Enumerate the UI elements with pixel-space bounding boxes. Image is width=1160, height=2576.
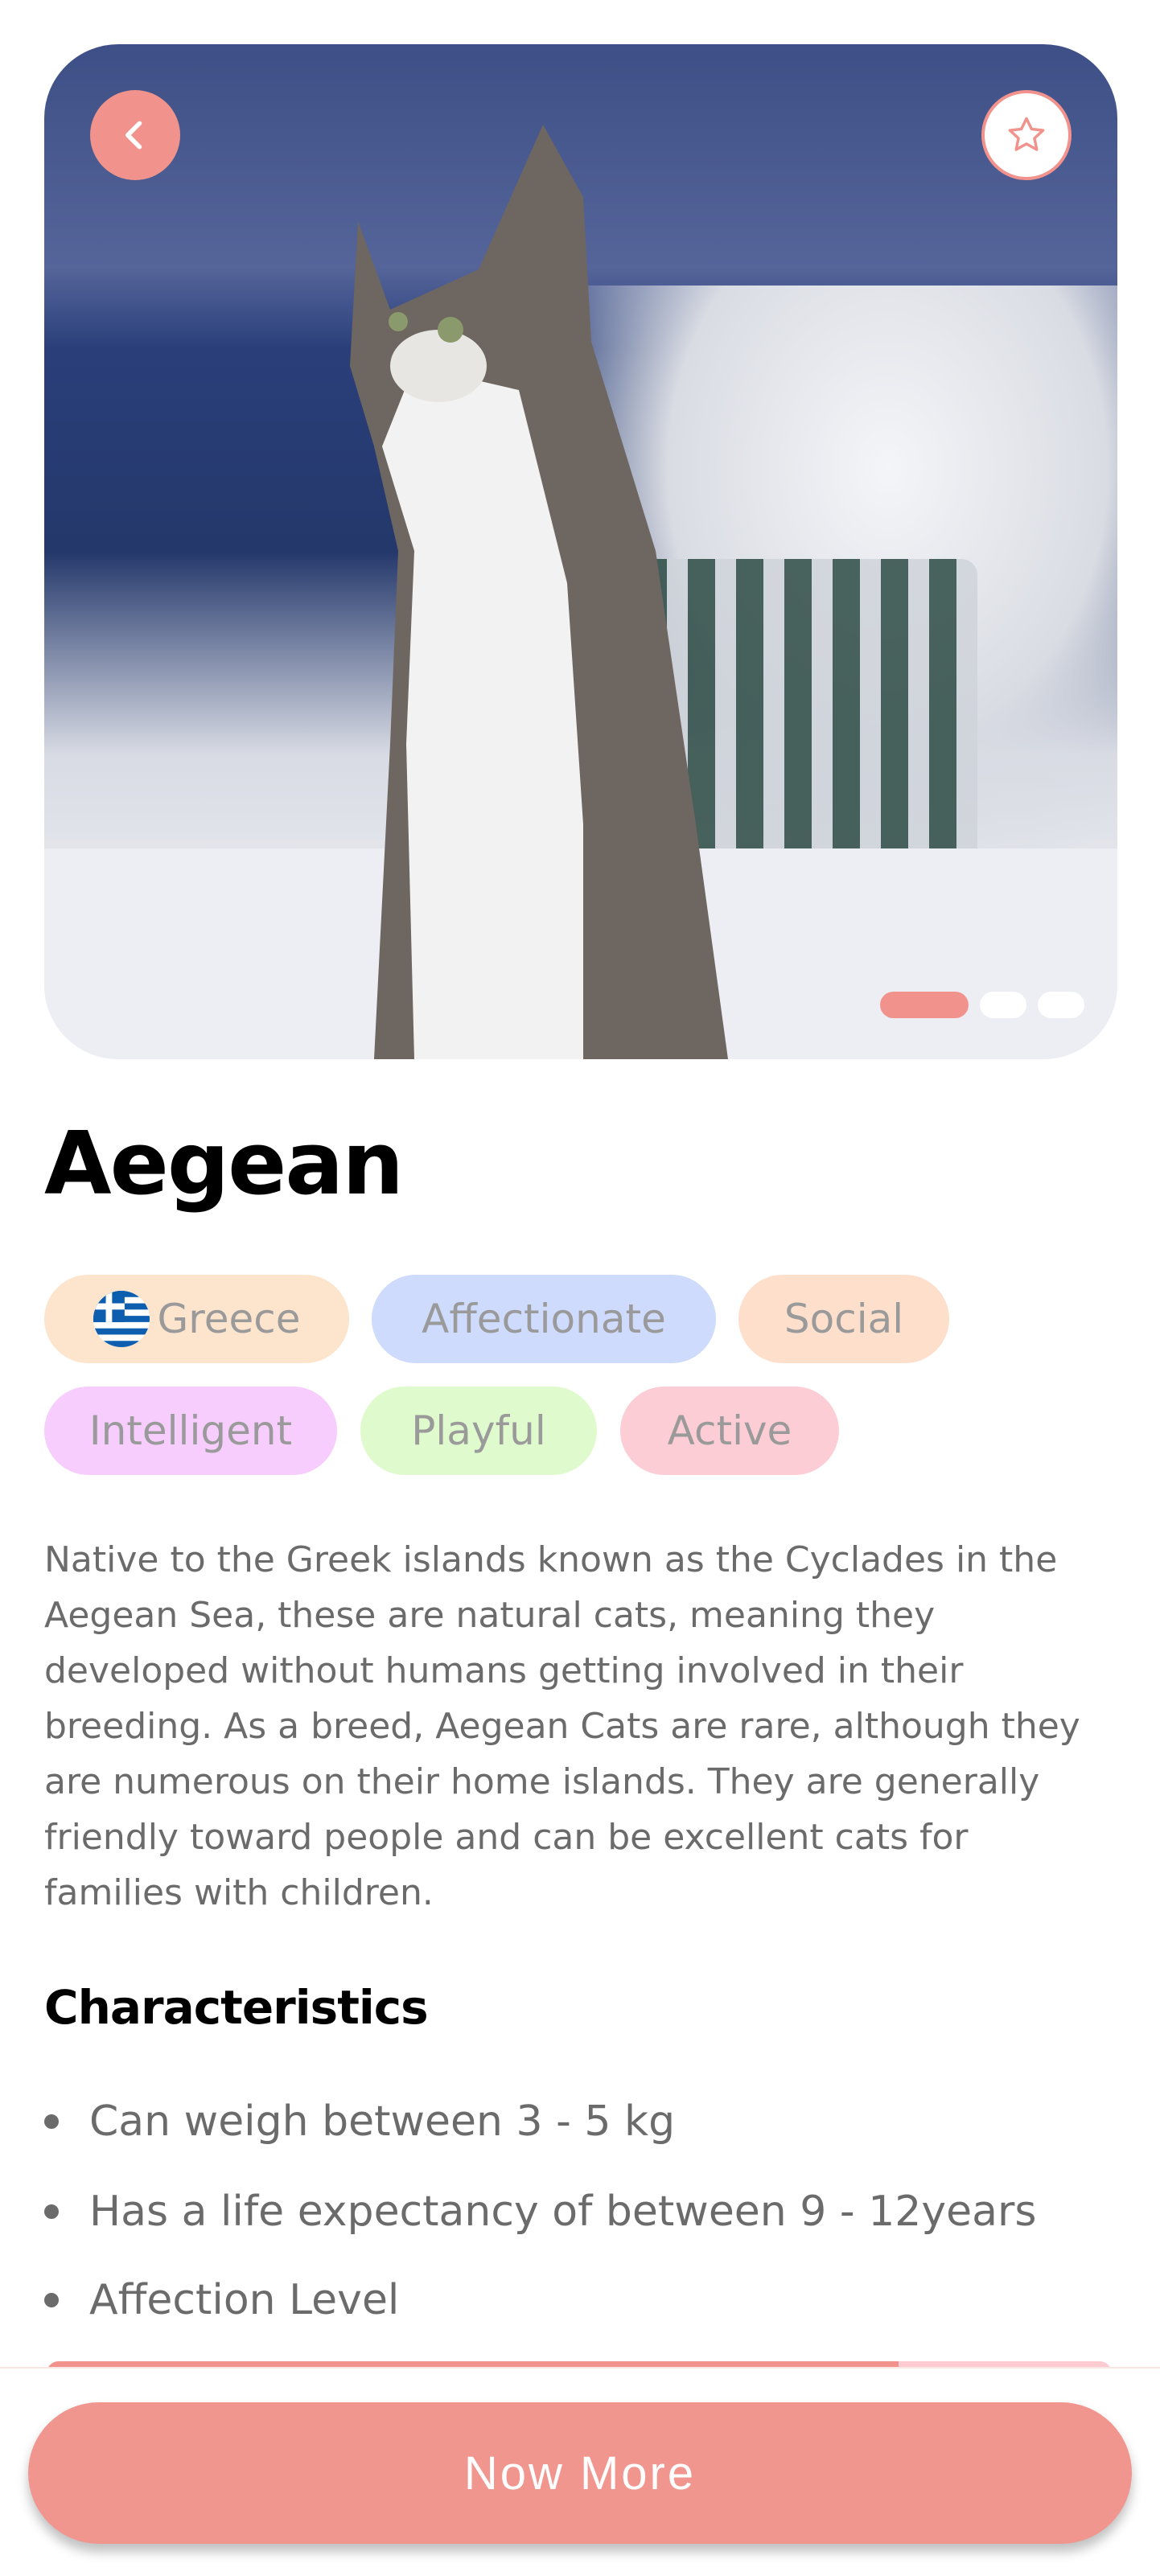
tag-label: Playful — [411, 1407, 546, 1454]
favorite-button[interactable] — [981, 90, 1072, 180]
characteristic-text: Affection Level — [89, 2276, 400, 2324]
breed-image-carousel[interactable] — [44, 44, 1117, 1059]
bullet-icon — [44, 2204, 59, 2219]
star-icon — [1008, 117, 1045, 151]
tag-temperament: Active — [620, 1387, 839, 1475]
carousel-dot[interactable] — [980, 992, 1026, 1018]
characteristic-item: Has a life expectancy of between 9 - 12y… — [44, 2188, 1036, 2236]
bullet-icon — [44, 2114, 59, 2129]
carousel-dot[interactable] — [1038, 992, 1084, 1018]
tag-label: Intelligent — [88, 1407, 293, 1454]
tag-label: Active — [667, 1407, 792, 1454]
cat-photo — [350, 125, 728, 1059]
tag-temperament: Affectionate — [372, 1275, 716, 1363]
breed-name: Aegean — [44, 1114, 404, 1214]
characteristic-item: Can weigh between 3 - 5 kg — [44, 2097, 675, 2146]
back-button[interactable] — [90, 90, 180, 180]
carousel-dot-active[interactable] — [880, 992, 969, 1018]
characteristics-heading: Characteristics — [44, 1980, 429, 2035]
bullet-icon — [44, 2293, 59, 2307]
tag-label: Greece — [157, 1296, 301, 1342]
now-more-button[interactable]: Now More — [28, 2402, 1132, 2544]
chevron-left-icon — [125, 121, 142, 150]
tag-temperament: Playful — [360, 1387, 597, 1475]
tag-origin: Greece — [44, 1275, 349, 1363]
characteristic-text: Can weigh between 3 - 5 kg — [89, 2097, 676, 2146]
bottom-action-bar: Now More — [0, 2367, 1160, 2576]
characteristic-item: Affection Level — [44, 2276, 399, 2324]
tag-label: Social — [784, 1296, 904, 1342]
characteristic-text: Has a life expectancy of between 9 - 12y… — [89, 2188, 1037, 2236]
tag-temperament: Social — [738, 1275, 949, 1363]
tag-label: Affectionate — [422, 1296, 666, 1342]
breed-description: Native to the Greek islands known as the… — [44, 1539, 1080, 1913]
tag-temperament: Intelligent — [44, 1387, 337, 1475]
carousel-indicator — [880, 992, 1084, 1018]
greece-flag-icon — [93, 1291, 150, 1347]
